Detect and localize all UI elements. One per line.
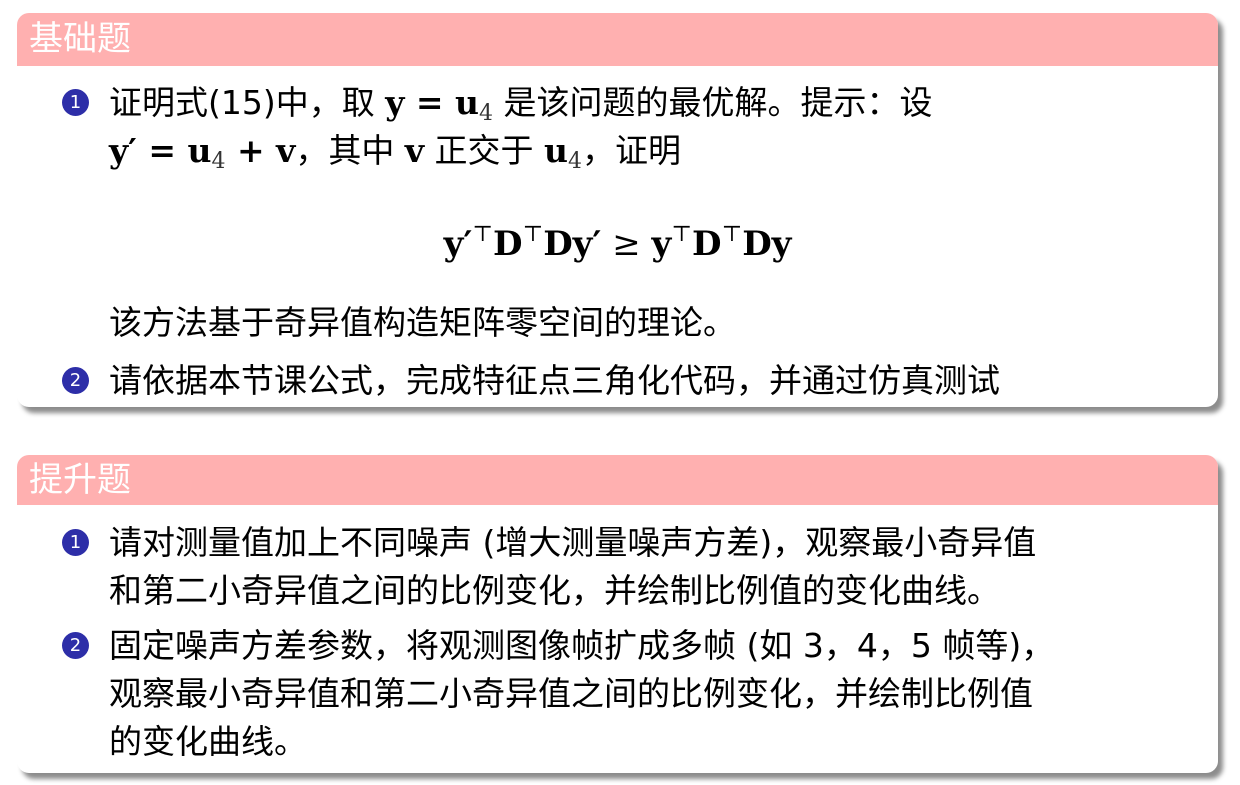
math-u4: u4	[544, 131, 582, 174]
advanced-item-1-line-2: 和第二小奇异值之间的比例变化，并绘制比例值的变化曲线。	[109, 571, 1000, 610]
math-v: v	[404, 131, 425, 170]
math-text: y′	[443, 224, 473, 264]
math-text: + v	[237, 131, 296, 170]
math-text: Dy′	[543, 224, 602, 264]
math-y-eq-u: y = u4	[385, 83, 493, 126]
math-text: Dy	[742, 224, 792, 264]
text-segment: 正交于	[434, 131, 534, 170]
math-text: D	[493, 224, 523, 264]
math-text: y′ = u	[109, 131, 212, 170]
advanced-item-1-line-1: 请对测量值加上不同噪声 (增大测量噪声方差)，观察最小奇异值	[109, 523, 1037, 562]
advanced-exercises-block: 提升题 1 请对测量值加上不同噪声 (增大测量噪声方差)，观察最小奇异值 和第二…	[17, 455, 1218, 773]
bullet-number-icon: 1	[62, 529, 89, 556]
advanced-exercises-title: 提升题	[17, 455, 1218, 505]
basic-item-1-line-1: 证明式(15)中，取 y = u4 是该问题的最优解。提示：设	[109, 83, 933, 134]
math-text: D	[692, 224, 722, 264]
math-subscript: 4	[568, 149, 583, 174]
bullet-number-icon: 1	[62, 89, 89, 116]
text-segment: ，证明	[582, 131, 682, 170]
math-y-prime-def: y′ = u4 + v	[109, 131, 296, 174]
text-segment: 证明式(15)中，取	[109, 83, 375, 122]
basic-exercises-block: 基础题 1 证明式(15)中，取 y = u4 是该问题的最优解。提示：设 y′…	[17, 13, 1218, 407]
text-segment: ，其中	[295, 131, 395, 170]
bullet-number-icon: 2	[62, 632, 89, 659]
relation-symbol: ≥	[612, 224, 641, 264]
math-subscript: 4	[479, 101, 494, 126]
inequality-equation: y′⊤D⊤Dy′ ≥ y⊤D⊤Dy	[17, 213, 1218, 266]
math-text: y	[651, 224, 672, 264]
basic-item-2-text: 请依据本节课公式，完成特征点三角化代码，并通过仿真测试	[109, 361, 1000, 400]
basic-item-1-note: 该方法基于奇异值构造矩阵零空间的理论。	[109, 303, 736, 342]
advanced-item-2-line-2: 观察最小奇异值和第二小奇异值之间的比例变化，并绘制比例值	[109, 674, 1033, 713]
transpose-symbol: ⊤	[671, 222, 692, 247]
math-subscript: 4	[211, 149, 226, 174]
basic-item-1-line-2: y′ = u4 + v，其中 v 正交于 u4，证明	[109, 131, 681, 182]
advanced-item-2-line-3: 的变化曲线。	[109, 722, 307, 761]
math-text: u	[544, 131, 569, 170]
bullet-number-icon: 2	[62, 367, 89, 394]
text-segment: 是该问题的最优解。提示：设	[503, 83, 933, 122]
transpose-symbol: ⊤	[472, 222, 493, 247]
basic-exercises-title: 基础题	[17, 13, 1218, 66]
math-text: y = u	[385, 83, 480, 122]
transpose-symbol: ⊤	[522, 222, 544, 247]
advanced-item-2-line-1: 固定噪声方差参数，将观测图像帧扩成多帧 (如 3，4，5 帧等)，	[109, 626, 1055, 665]
transpose-symbol: ⊤	[721, 222, 743, 247]
